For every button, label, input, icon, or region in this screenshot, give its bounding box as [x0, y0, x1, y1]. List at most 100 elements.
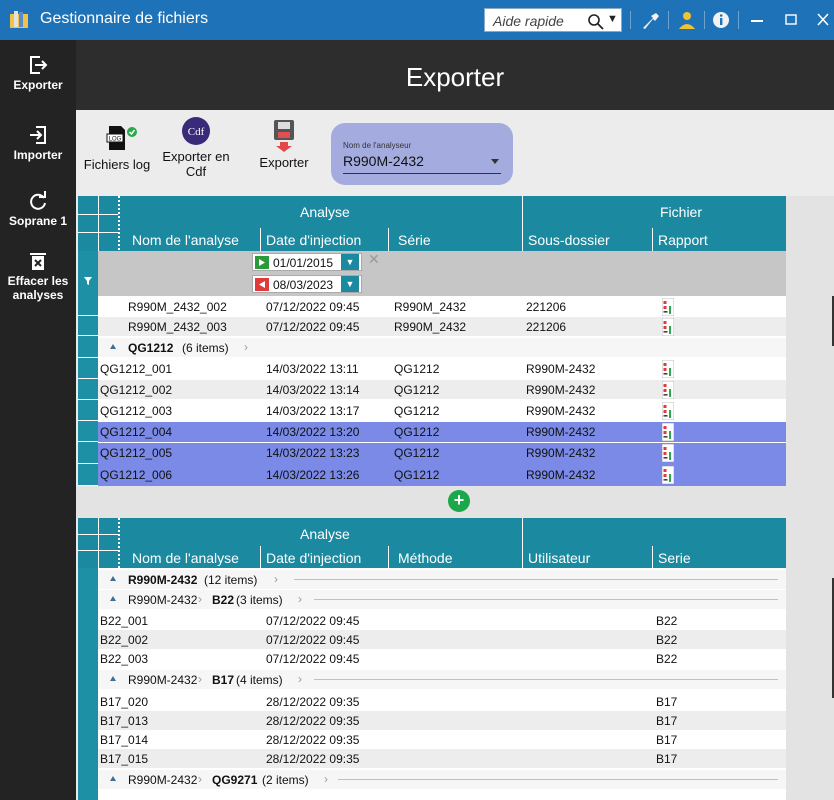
row-selector[interactable]	[78, 421, 98, 442]
chevron-down-icon[interactable]	[491, 159, 499, 164]
cell-name: B17_020	[100, 695, 149, 709]
export-button[interactable]: Exporter	[252, 118, 316, 170]
collapse-icon[interactable]	[110, 676, 116, 681]
column-header[interactable]: Série	[398, 232, 431, 248]
report-icon[interactable]	[662, 423, 674, 441]
table-row[interactable]: QG1212_002 14/03/2022 13:14 QG1212 R990M…	[98, 380, 786, 399]
sidebar-item-soprane[interactable]: Soprane 1	[0, 190, 76, 228]
cell-date: 07/12/2022 09:45	[266, 320, 360, 334]
group-count: (4 items)	[236, 673, 283, 687]
column-header[interactable]: Méthode	[398, 550, 452, 566]
column-header[interactable]: Nom de l'analyse	[132, 550, 239, 566]
cell-date: 07/12/2022 09:45	[266, 300, 360, 314]
add-button[interactable]: +	[448, 490, 470, 512]
table-row[interactable]: B22_003 07/12/2022 09:45 B22	[98, 649, 786, 668]
table-row[interactable]: B22_002 07/12/2022 09:45 B22	[98, 630, 786, 649]
header-divider	[78, 550, 118, 551]
column-header[interactable]: Nom de l'analyse	[132, 232, 239, 248]
report-icon[interactable]	[662, 318, 674, 336]
table-row[interactable]: B17_020 28/12/2022 09:35 B17	[98, 692, 786, 711]
table-row[interactable]: B17_015 28/12/2022 09:35 B17	[98, 749, 786, 768]
chevron-down-icon[interactable]: ▼	[607, 13, 618, 25]
collapse-icon[interactable]	[110, 596, 116, 601]
close-icon[interactable]	[816, 10, 830, 30]
table-row[interactable]: B17_014 28/12/2022 09:35 B17	[98, 730, 786, 749]
group-row-qg1212[interactable]: QG1212 (6 items) ›	[98, 338, 786, 357]
sidebar-item-effacer[interactable]: Effacer les analyses	[0, 250, 76, 302]
row-selector[interactable]	[78, 316, 98, 336]
row-selector[interactable]	[78, 400, 98, 421]
collapse-icon[interactable]	[110, 776, 116, 781]
user-icon[interactable]	[676, 10, 698, 30]
group-row-qg9271[interactable]: R990M-2432 › QG9271 (2 items) ›	[98, 770, 786, 789]
quick-help-search[interactable]: Aide rapide ▼	[484, 8, 622, 32]
sidebar-item-importer[interactable]: Importer	[0, 124, 76, 162]
header-divider	[118, 196, 120, 251]
table-row[interactable]: B17_013 28/12/2022 09:35 B17	[98, 711, 786, 730]
report-icon[interactable]	[662, 360, 674, 378]
log-files-label: Fichiers log	[83, 157, 151, 172]
collapse-icon[interactable]	[110, 576, 116, 581]
left-sidebar: Exporter Importer Soprane 1 Effacer les …	[0, 40, 76, 800]
table-row-selected[interactable]: QG1212_004 14/03/2022 13:20 QG1212 R990M…	[98, 422, 786, 442]
date-to-filter[interactable]: 08/03/2023 ▼	[252, 275, 362, 293]
clear-filter-icon[interactable]: ✕	[368, 251, 380, 268]
table-row[interactable]: QG1212_003 14/03/2022 13:17 QG1212 R990M…	[98, 401, 786, 420]
report-icon[interactable]	[662, 466, 674, 484]
search-icon[interactable]	[587, 13, 605, 31]
tools-icon[interactable]	[640, 10, 662, 30]
log-files-button[interactable]: LOG Fichiers log	[82, 122, 152, 172]
chevron-down-icon[interactable]: ▼	[341, 276, 359, 292]
chevron-down-icon[interactable]: ▼	[341, 254, 359, 270]
table-row[interactable]: R990M_2432_003 07/12/2022 09:45 R990M_24…	[98, 317, 786, 336]
chevron-right-icon: ›	[274, 572, 278, 586]
cell-serie: QG1212	[394, 404, 440, 418]
date-from-value: 01/01/2015	[273, 256, 334, 270]
report-icon[interactable]	[662, 298, 674, 316]
group-row-b17[interactable]: R990M-2432 › B17 (4 items) ›	[98, 670, 786, 689]
collapse-icon[interactable]	[110, 344, 116, 349]
page-title: Exporter	[405, 62, 505, 92]
header-divider	[118, 518, 120, 568]
export-cdf-button[interactable]: Cdf Exporter en Cdf	[158, 116, 234, 179]
group-line	[314, 599, 778, 600]
report-icon[interactable]	[662, 402, 674, 420]
filter-row-selector[interactable]	[78, 251, 98, 296]
cell-folder: R990M-2432	[526, 446, 596, 460]
row-selector[interactable]	[78, 442, 98, 464]
column-header[interactable]: Sous-dossier	[528, 232, 610, 248]
cell-date: 14/03/2022 13:20	[266, 425, 360, 439]
export-icon	[30, 56, 48, 74]
column-header[interactable]: Date d'injection	[266, 232, 361, 248]
group-row-r990m[interactable]: R990M-2432 (12 items) ›	[98, 570, 786, 589]
report-icon[interactable]	[662, 381, 674, 399]
cell-date: 28/12/2022 09:35	[266, 733, 360, 747]
group-row-b22[interactable]: R990M-2432 › B22 (3 items) ›	[98, 590, 786, 609]
column-header[interactable]: Utilisateur	[528, 550, 590, 566]
row-selector[interactable]	[78, 464, 98, 486]
column-header[interactable]: Rapport	[658, 232, 708, 248]
row-selector[interactable]	[78, 296, 98, 316]
column-group-analyse: Analyse	[300, 526, 350, 542]
row-selector[interactable]	[78, 379, 98, 400]
sidebar-item-exporter[interactable]: Exporter	[0, 54, 76, 92]
maximize-icon[interactable]	[784, 10, 798, 30]
minimize-icon[interactable]	[750, 10, 764, 30]
cell-name: R990M_2432_002	[128, 300, 227, 314]
group-label: B22	[212, 593, 235, 607]
table-row[interactable]: B22_001 07/12/2022 09:45 B22	[98, 611, 786, 630]
grid-header: Analyse Fichier Nom de l'analyse Date d'…	[78, 196, 786, 251]
separator	[668, 11, 669, 29]
row-selector[interactable]	[78, 358, 98, 379]
report-icon[interactable]	[662, 444, 674, 462]
table-row[interactable]: R990M_2432_002 07/12/2022 09:45 R990M_24…	[98, 297, 786, 316]
table-row-selected[interactable]: QG1212_005 14/03/2022 13:23 QG1212 R990M…	[98, 443, 786, 464]
info-icon[interactable]	[710, 10, 732, 30]
date-from-filter[interactable]: 01/01/2015 ▼	[252, 253, 362, 271]
table-row[interactable]: QG1212_001 14/03/2022 13:11 QG1212 R990M…	[98, 359, 786, 378]
analyzer-select[interactable]: Nom de l'analyseur R990M-2432	[331, 123, 513, 185]
row-selector[interactable]	[78, 336, 98, 358]
table-row-selected[interactable]: QG1212_006 14/03/2022 13:26 QG1212 R990M…	[98, 464, 786, 486]
column-header[interactable]: Serie	[658, 550, 691, 566]
column-header[interactable]: Date d'injection	[266, 550, 361, 566]
